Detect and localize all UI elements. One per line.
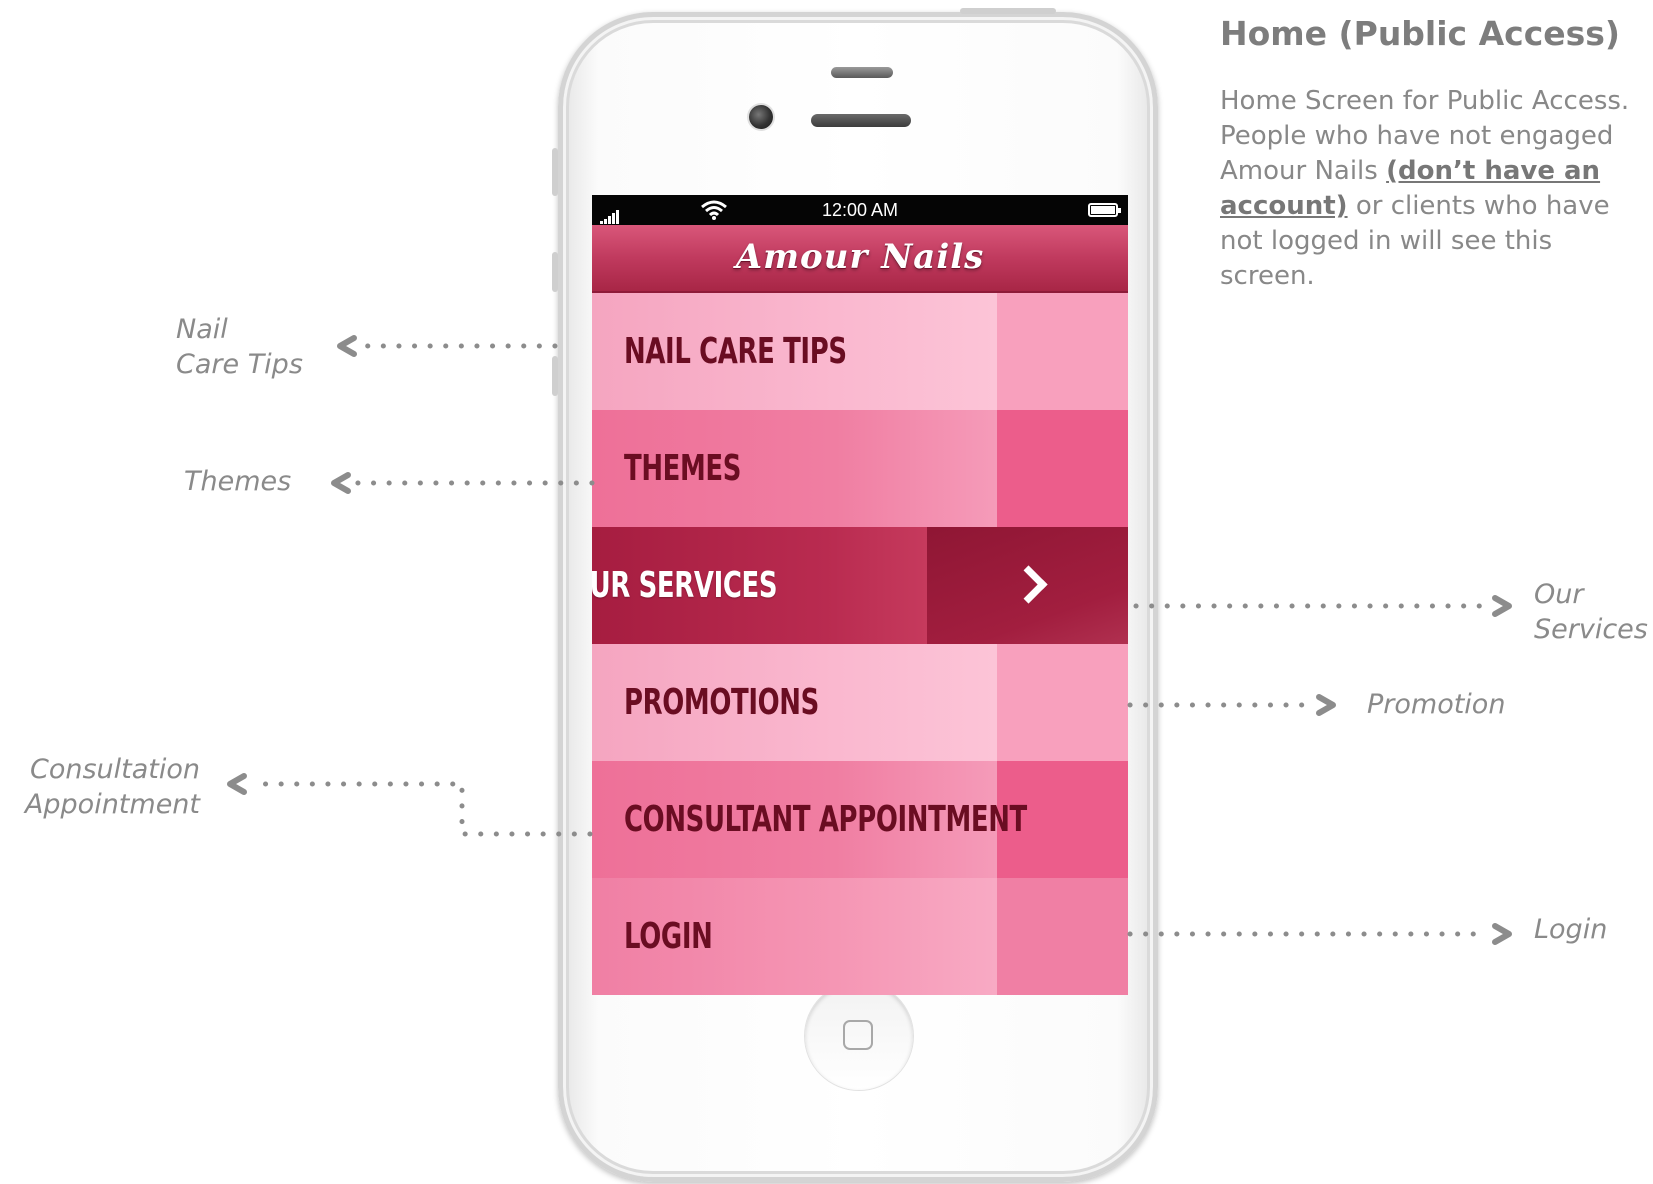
annotation-arrows [227,335,1512,945]
arrow-consultation [247,781,593,837]
arrowhead-right-icon [1316,694,1336,716]
arrowhead-right-icon [1492,595,1512,617]
arrowhead-left-icon [337,335,357,357]
arrowhead-left-icon [227,773,247,795]
arrowhead-left-icon [331,472,351,494]
arrowhead-right-icon [1492,923,1512,945]
